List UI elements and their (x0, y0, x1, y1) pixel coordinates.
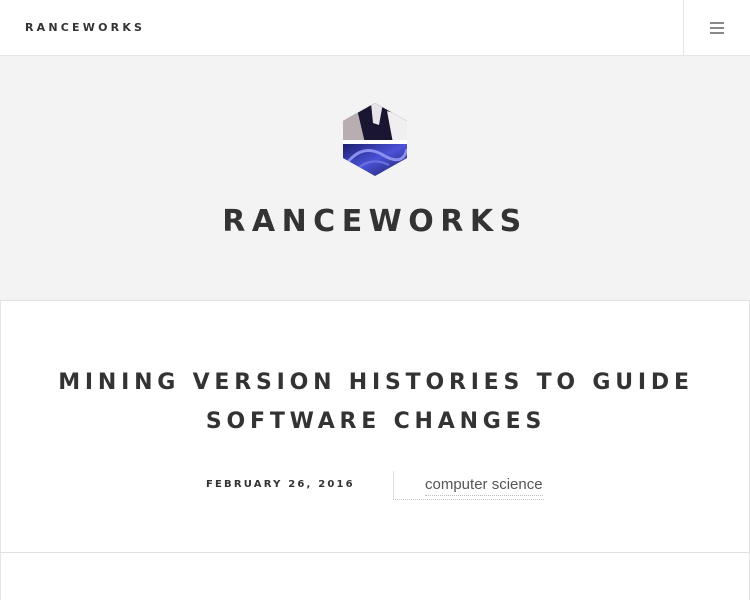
category-underline (393, 499, 544, 500)
post-body-start (0, 553, 750, 600)
site-name-link[interactable]: RANCEWORKS (25, 21, 145, 34)
site-logo-icon[interactable] (343, 103, 407, 176)
post-category-link[interactable]: computer science (425, 476, 543, 496)
post-header: MINING VERSION HISTORIES TO GUIDE SOFTWA… (0, 301, 750, 553)
menu-toggle-button[interactable] (683, 0, 750, 56)
post-title[interactable]: MINING VERSION HISTORIES TO GUIDE SOFTWA… (31, 363, 721, 441)
top-bar: RANCEWORKS (0, 0, 750, 56)
hamburger-menu-icon (710, 22, 724, 34)
site-header: RANCEWORKS (0, 56, 750, 301)
meta-divider (393, 471, 394, 499)
post-date: FEBRUARY 26, 2016 (206, 479, 355, 490)
site-title[interactable]: RANCEWORKS (0, 204, 750, 239)
